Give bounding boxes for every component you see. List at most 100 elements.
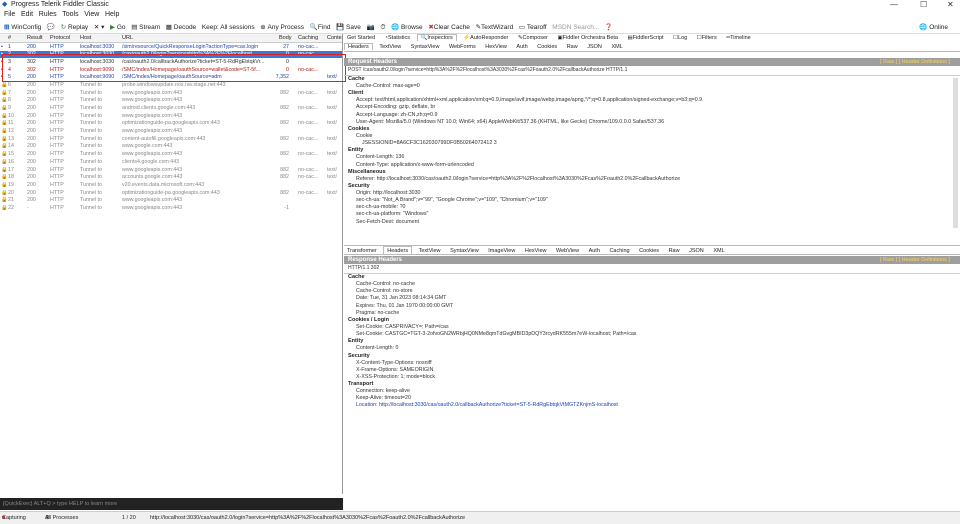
section-header[interactable]: Cache (344, 76, 960, 83)
req-tab-headers[interactable]: Headers (344, 43, 373, 50)
winconfig-button[interactable]: ⊞ WinConfig (4, 21, 41, 33)
col-url[interactable]: URL (122, 35, 133, 41)
go-button[interactable]: ▶ Go (110, 21, 125, 33)
maximize-icon[interactable]: ☐ (920, 0, 927, 9)
tab-timeline[interactable]: ═Timeline (723, 35, 754, 41)
section-header[interactable]: Transport (344, 381, 960, 388)
resp-tab-caching[interactable]: Caching (606, 247, 632, 254)
resp-tab-auth[interactable]: Auth (586, 247, 603, 254)
section-header[interactable]: Miscellaneous (344, 169, 960, 176)
req-tab-hexview[interactable]: HexView (482, 44, 510, 50)
browse-button[interactable]: 🌐 Browse (391, 21, 423, 33)
col-content[interactable]: Conte (327, 35, 342, 41)
table-row[interactable]: 16 200 HTTP Tunnel to clients4.google.com:44… (0, 158, 342, 166)
col-id[interactable]: # (8, 35, 11, 41)
resp-tab-headers[interactable]: Headers (383, 246, 413, 254)
tab-composer[interactable]: ✎Composer (515, 35, 551, 41)
decode-button[interactable]: ▦ Decode (166, 21, 196, 33)
req-tab-webforms[interactable]: WebForms (446, 44, 479, 50)
close-icon[interactable]: ✕ (947, 0, 954, 9)
tab-autoresponder[interactable]: ⚡AutoResponder (460, 35, 511, 41)
resp-tab-textview[interactable]: TextView (416, 247, 444, 254)
table-row[interactable]: 22 - HTTP Tunnel to www.googleapis.com:443 -1… (0, 204, 342, 212)
table-row[interactable]: 15 200 HTTP Tunnel to www.googleapis.com:443… (0, 151, 342, 159)
resp-tab-cookies[interactable]: Cookies (636, 247, 662, 254)
table-row[interactable]: 9 200 HTTP Tunnel to android.clients.google.… (0, 105, 342, 113)
resp-tab-xml[interactable]: XML (710, 247, 727, 254)
find-button[interactable]: 🔍Find (310, 21, 331, 33)
response-raw-links[interactable]: [ Raw ] [ Header Definitions ] (880, 256, 950, 264)
menu-rules[interactable]: Rules (39, 11, 57, 18)
table-row[interactable]: 17 200 HTTP Tunnel to www.googleapis.com:443… (0, 166, 342, 174)
resp-tab-webview[interactable]: WebView (553, 247, 582, 254)
section-header[interactable]: Entity (344, 338, 960, 345)
clear-cache-button[interactable]: ✖Clear Cache (428, 21, 470, 33)
col-caching[interactable]: Caching (298, 35, 318, 41)
section-header[interactable]: Cache (344, 274, 960, 281)
menu-file[interactable]: File (4, 11, 15, 18)
request-raw-links[interactable]: [ Raw ] [ Header Definitions ] (880, 58, 950, 66)
section-header[interactable]: Cookies (344, 126, 960, 133)
comment-icon[interactable]: 💬 (47, 21, 55, 33)
resp-tab-transformer[interactable]: Transformer (344, 247, 380, 254)
tab-get-started[interactable]: Get Started (344, 35, 378, 41)
col-host[interactable]: Host (80, 35, 91, 41)
table-row[interactable]: 14 200 HTTP Tunnel to www.google.com:443 🔒 (0, 143, 342, 151)
sessions-list[interactable]: # Result Protocol Host URL Body Caching … (0, 34, 343, 494)
table-row[interactable]: 12 200 HTTP Tunnel to www.googleapis.com:443… (0, 128, 342, 136)
tab-inspectors[interactable]: 🔍Inspectors (416, 34, 457, 41)
stream-button[interactable]: ▤ Stream (131, 21, 160, 33)
section-header[interactable]: Entity (344, 147, 960, 154)
section-header[interactable]: Client (344, 90, 960, 97)
req-tab-syntaxview[interactable]: SyntaxView (408, 44, 443, 50)
table-row[interactable]: 8 200 HTTP Tunnel to www.googleapis.com:443 🔒 (0, 97, 342, 105)
save-button[interactable]: 💾 Save (336, 21, 361, 33)
menu-tools[interactable]: Tools (62, 11, 78, 18)
tearoff-button[interactable]: ▭ Tearoff (519, 21, 547, 33)
req-tab-json[interactable]: JSON (584, 44, 605, 50)
table-row[interactable]: 6 200 HTTP Tunnel to probe.windowsupdate.nos… (0, 81, 342, 89)
table-row[interactable]: 13 200 HTTP Tunnel to content-autofill.googl… (0, 135, 342, 143)
req-tab-xml[interactable]: XML (608, 44, 625, 50)
keep-dropdown[interactable]: Keep: All sessions (202, 21, 255, 33)
minimize-icon[interactable]: — (890, 0, 898, 9)
resp-tab-syntaxview[interactable]: SyntaxView (447, 247, 482, 254)
tab-fiddler-orchestra[interactable]: ▣Fiddler Orchestra Beta (554, 35, 621, 41)
col-protocol[interactable]: Protocol (50, 35, 70, 41)
section-header[interactable]: Security (344, 183, 960, 190)
timer-icon[interactable]: ⏱ (380, 21, 385, 33)
tab-fiddlerscript[interactable]: ▤FiddlerScript (625, 35, 667, 41)
req-tab-auth[interactable]: Auth (513, 44, 530, 50)
table-row[interactable]: 18 200 HTTP Tunnel to accounts.google.com:44… (0, 174, 342, 182)
menu-view[interactable]: View (84, 11, 99, 18)
col-result[interactable]: Result (27, 35, 43, 41)
resp-tab-hexview[interactable]: HexView (522, 247, 550, 254)
table-row[interactable]: 21 200 HTTP Tunnel to www.googleapis.com:443… (0, 197, 342, 205)
resp-tab-json[interactable]: JSON (686, 247, 707, 254)
req-tab-raw[interactable]: Raw (564, 44, 581, 50)
section-header[interactable]: Cookies / Login (344, 317, 960, 324)
table-row[interactable]: 10 200 HTTP Tunnel to www.googleapis.com:443… (0, 112, 342, 120)
any-process-button[interactable]: ⊕ Any Process (260, 21, 304, 33)
msdn-search-input[interactable]: MSDN Search... (552, 21, 599, 33)
resp-tab-raw[interactable]: Raw (666, 247, 683, 254)
table-row[interactable]: 1 200 HTTP localhost:3030/sim/resource/Quic… (0, 43, 342, 51)
request-scrollbar[interactable] (953, 78, 958, 228)
menu-edit[interactable]: Edit (21, 11, 33, 18)
tab-filters[interactable]: ☐Filters (694, 35, 720, 41)
table-row[interactable]: 19 200 HTTP Tunnel to v20.events.data.micros… (0, 181, 342, 189)
tab-statistics[interactable]: ◔Statistics (382, 35, 413, 41)
table-row[interactable]: 11 200 HTTP Tunnel to optimizationguide-pa.g… (0, 120, 342, 128)
section-header[interactable]: Security (344, 353, 960, 360)
textwizard-button[interactable]: ✎TextWizard (476, 21, 514, 33)
camera-icon[interactable]: 📷 (367, 21, 375, 33)
req-tab-textview[interactable]: TextView (376, 44, 404, 50)
remove-icon[interactable]: ✕ ▾ (94, 21, 105, 33)
table-row[interactable]: 20 200 HTTP Tunnel to optimizationguide-pa.g… (0, 189, 342, 197)
req-tab-cookies[interactable]: Cookies (534, 44, 560, 50)
help-icon[interactable]: ❓ (605, 21, 613, 33)
menu-help[interactable]: Help (105, 11, 119, 18)
tab-log[interactable]: ☐Log (670, 35, 690, 41)
col-body[interactable]: Body (279, 35, 292, 41)
table-row[interactable]: 7 200 HTTP Tunnel to www.googleapis.com:443 8… (0, 89, 342, 97)
